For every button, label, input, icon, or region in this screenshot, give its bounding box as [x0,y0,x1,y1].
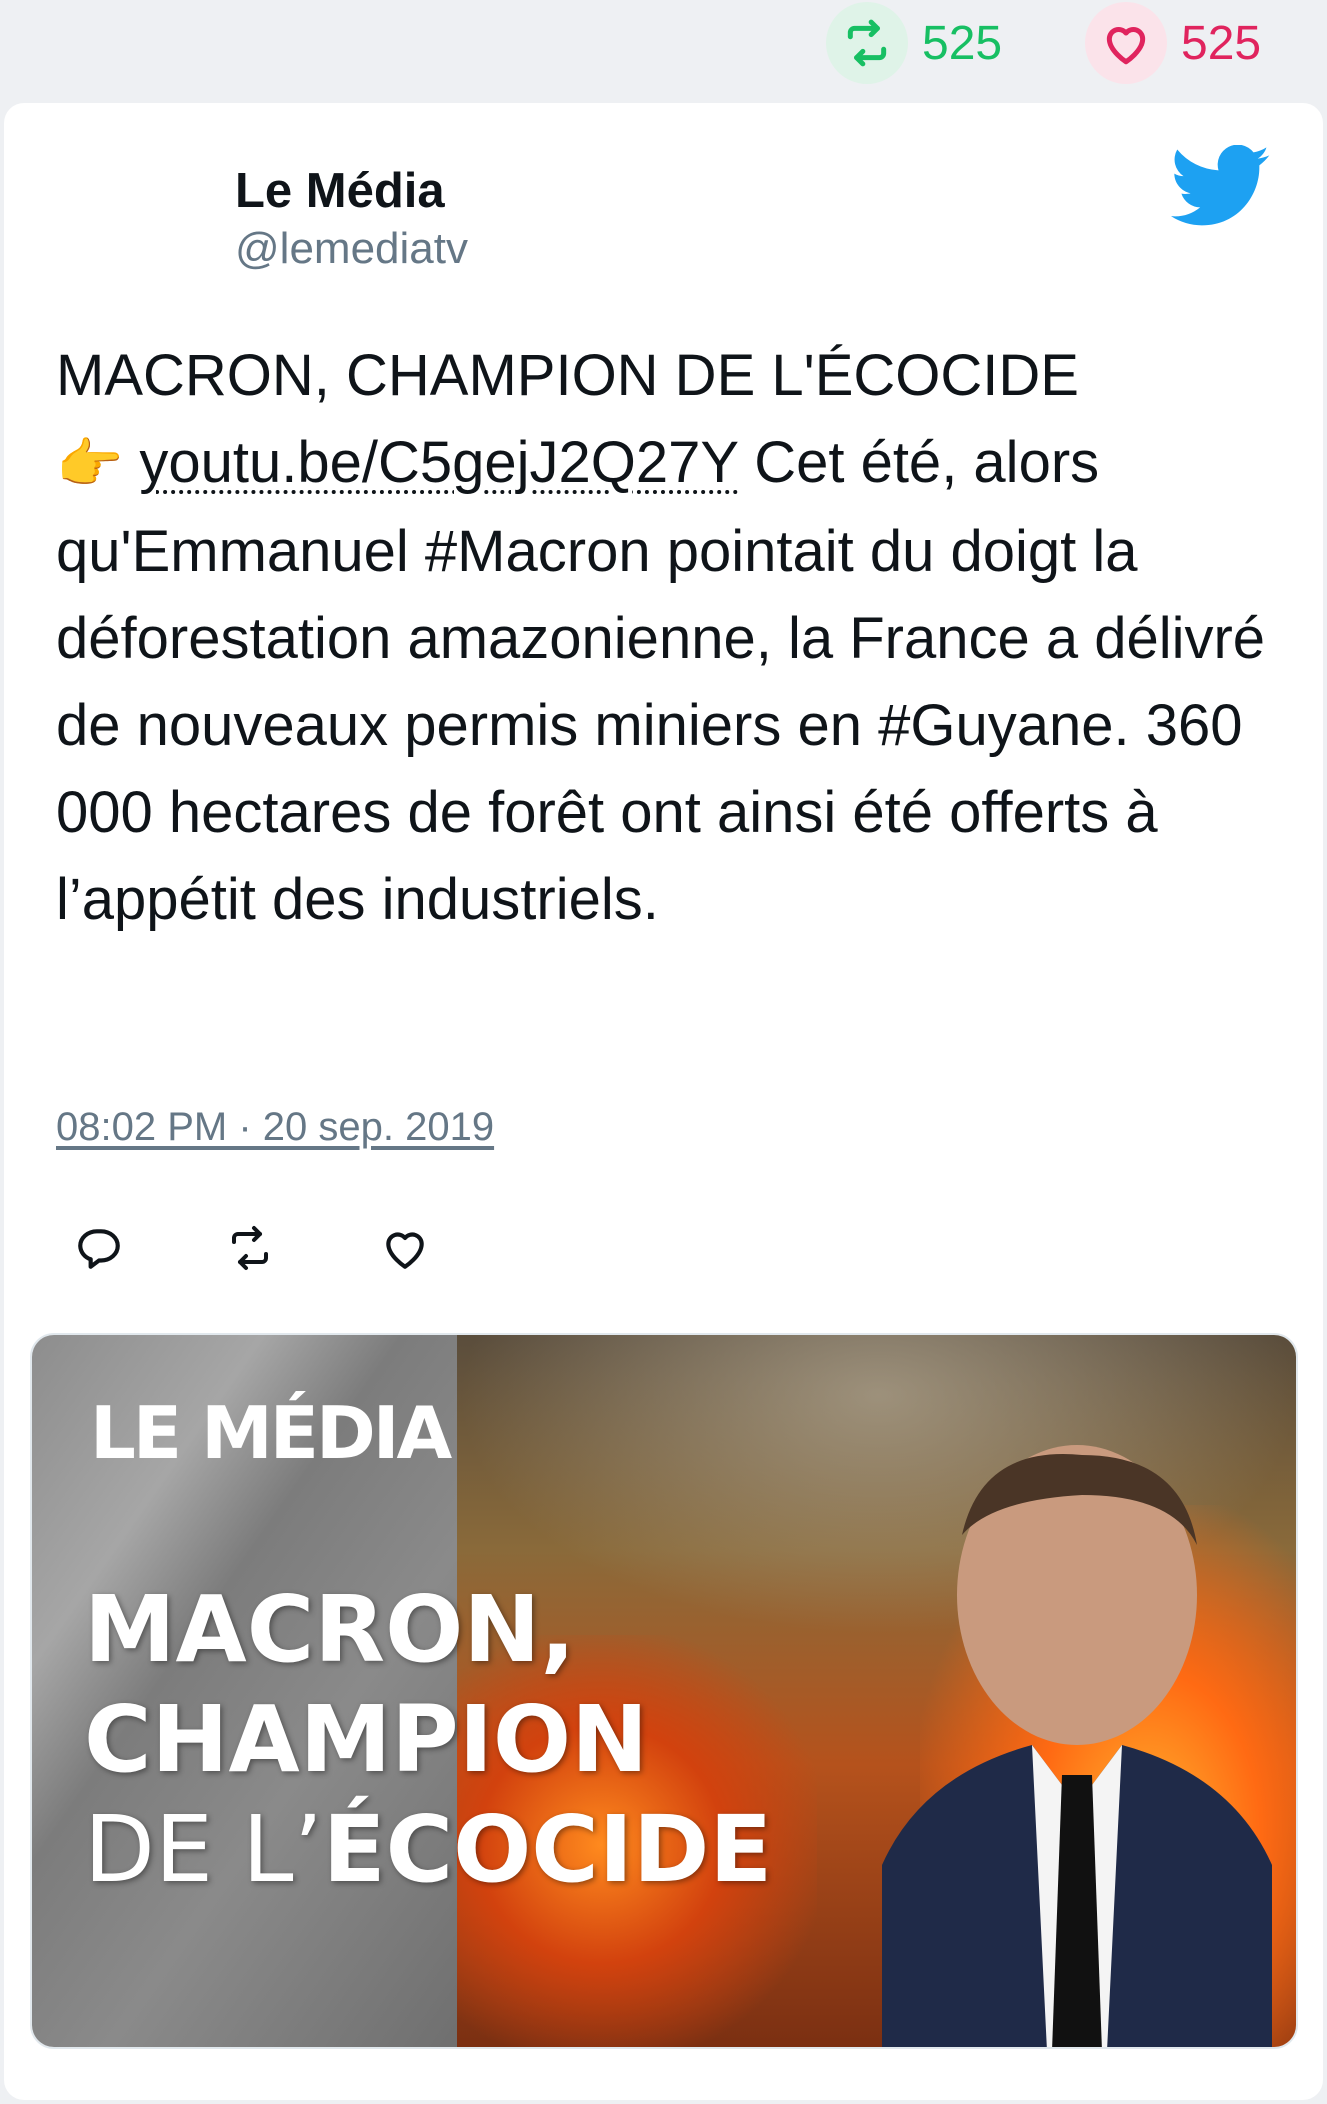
headline-line-2: CHAMPION [84,1686,649,1793]
like-stat[interactable]: 525 [1085,2,1262,84]
person-figure [882,1445,1272,2047]
tweet-headline: MACRON, CHAMPION DE L'ÉCOCIDE [56,343,1079,408]
video-thumbnail[interactable]: LE MÉDIA MACRON, CHAMPION DE L’ÉCOCIDE [30,1333,1298,2049]
author-name[interactable]: Le Média [235,163,445,219]
tweet-body: Cet été, alors qu'Emmanuel #Macron point… [56,430,1266,932]
headline-line-3: DE L’ÉCOCIDE [84,1795,772,1905]
author-handle[interactable]: @lemediatv [235,224,468,274]
retweet-count: 525 [922,16,1003,70]
tweet-text: MACRON, CHAMPION DE L'ÉCOCIDE 👉 youtu.be… [56,332,1291,943]
reply-icon [78,1229,120,1269]
twitter-bird-icon[interactable] [1171,144,1271,229]
retweet-stat[interactable]: 525 [826,2,1003,84]
top-stats-bar: 525 525 [0,0,1327,100]
tweet-timestamp[interactable]: 08:02 PM · 20 sep. 2019 [56,1105,494,1150]
reply-button[interactable] [64,1213,134,1283]
le-media-logo: LE MÉDIA [90,1391,452,1475]
headline-line-3a: DE L’ [84,1796,323,1903]
heart-icon [386,1232,424,1269]
thumbnail-headline: MACRON, CHAMPION DE L’ÉCOCIDE [84,1575,772,1905]
heart-icon [1085,2,1167,84]
tweet-link[interactable]: youtu.be/C5gejJ2Q27Y [139,430,738,495]
headline-line-3b: ÉCOCIDE [322,1796,773,1903]
tweet-card: Le Média @lemediatv MACRON, CHAMPION DE … [4,103,1323,2100]
pointing-hand-emoji: 👉 [56,434,124,494]
like-count: 525 [1181,16,1262,70]
retweet-icon [232,1226,268,1270]
headline-line-1: MACRON, [84,1576,576,1683]
retweet-icon [826,2,908,84]
like-button[interactable] [370,1213,440,1283]
retweet-button[interactable] [215,1213,285,1283]
